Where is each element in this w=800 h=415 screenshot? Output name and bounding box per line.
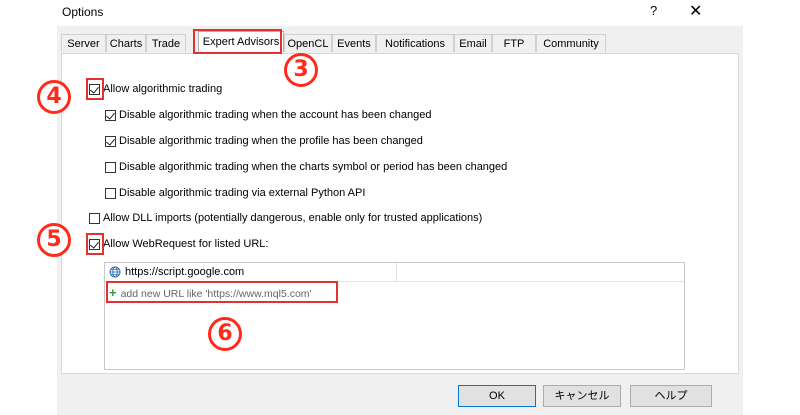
- allow-webrequest-label: Allow WebRequest for listed URL:: [103, 238, 269, 250]
- tab-server[interactable]: Server: [61, 34, 106, 52]
- help-icon[interactable]: ?: [650, 3, 657, 18]
- annotation-marker-6: 6: [208, 317, 242, 351]
- allow-algo-trading-option[interactable]: Allow algorithmic trading: [89, 82, 222, 96]
- allow-dll-imports-label: Allow DLL imports (potentially dangerous…: [103, 212, 483, 224]
- tab-community[interactable]: Community: [536, 34, 606, 52]
- disable-on-profile-change-label: Disable algorithmic trading when the pro…: [119, 135, 423, 147]
- add-url-highlight-box: [106, 281, 338, 303]
- globe-icon: [109, 266, 121, 281]
- url-list-row[interactable]: https://script.google.com: [105, 263, 684, 282]
- url-entry-text: https://script.google.com: [125, 266, 245, 278]
- annotation-marker-5: 5: [37, 223, 71, 257]
- allow-webrequest-option[interactable]: Allow WebRequest for listed URL:: [89, 237, 268, 251]
- help-button[interactable]: ヘルプ: [630, 385, 712, 407]
- allow-algo-highlight-box: [86, 78, 104, 100]
- allow-dll-imports-checkbox[interactable]: [89, 212, 100, 224]
- allow-dll-imports-option[interactable]: Allow DLL imports (potentially dangerous…: [89, 211, 482, 225]
- disable-via-python-checkbox[interactable]: [105, 187, 116, 199]
- disable-on-account-change-option[interactable]: Disable algorithmic trading when the acc…: [105, 108, 431, 122]
- cancel-button[interactable]: キャンセル: [543, 385, 621, 407]
- disable-on-symbol-change-option[interactable]: Disable algorithmic trading when the cha…: [105, 160, 507, 174]
- tab-email[interactable]: Email: [454, 34, 492, 52]
- tab-ftp[interactable]: FTP: [492, 34, 536, 52]
- ok-button[interactable]: OK: [458, 385, 536, 407]
- url-list[interactable]: https://script.google.com + add new URL l…: [104, 262, 685, 370]
- disable-on-symbol-change-label: Disable algorithmic trading when the cha…: [119, 161, 508, 173]
- disable-via-python-label: Disable algorithmic trading via external…: [119, 187, 366, 199]
- tab-opencl[interactable]: OpenCL: [284, 34, 332, 52]
- title-bar: Options ? ✕: [57, 0, 743, 26]
- annotation-marker-3: 3: [284, 53, 318, 87]
- tab-highlight-box: [193, 29, 282, 54]
- allow-algo-trading-label: Allow algorithmic trading: [103, 83, 223, 95]
- tab-notifications[interactable]: Notifications: [376, 34, 454, 52]
- disable-on-profile-change-option[interactable]: Disable algorithmic trading when the pro…: [105, 134, 423, 148]
- tab-events[interactable]: Events: [332, 34, 376, 52]
- close-icon[interactable]: ✕: [689, 1, 702, 21]
- annotation-marker-4: 4: [37, 80, 71, 114]
- disable-on-symbol-change-checkbox[interactable]: [105, 161, 116, 173]
- tab-charts[interactable]: Charts: [106, 34, 146, 52]
- disable-on-account-change-label: Disable algorithmic trading when the acc…: [119, 109, 432, 121]
- disable-via-python-option[interactable]: Disable algorithmic trading via external…: [105, 186, 365, 200]
- column-divider: [396, 263, 397, 281]
- allow-webrequest-highlight-box: [86, 233, 104, 255]
- window-title: Options: [62, 5, 104, 19]
- tab-trade[interactable]: Trade: [146, 34, 186, 52]
- disable-on-profile-change-checkbox[interactable]: [105, 135, 116, 147]
- disable-on-account-change-checkbox[interactable]: [105, 109, 116, 121]
